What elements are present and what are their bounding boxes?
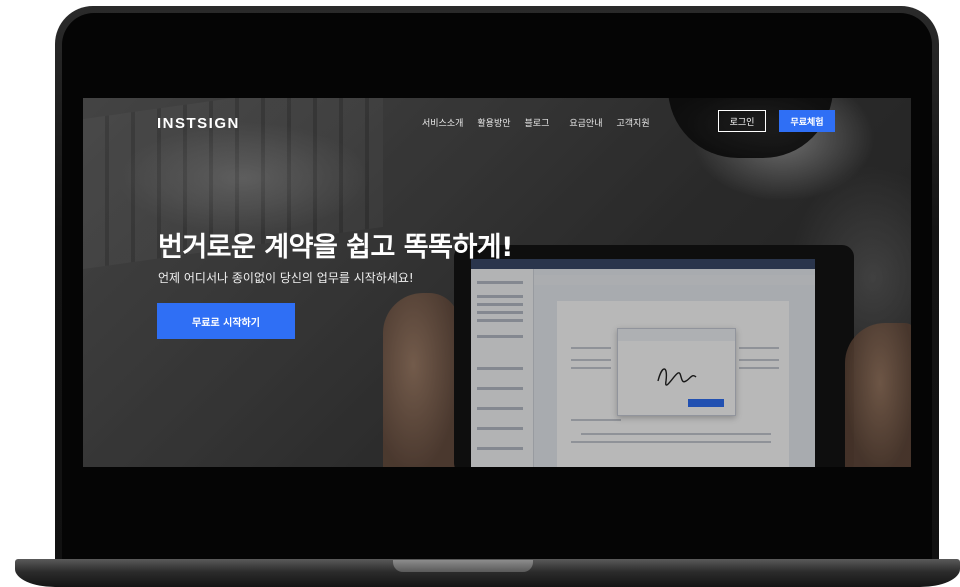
nav-item-support[interactable]: 고객지원 xyxy=(617,116,650,129)
hero-subheadline: 언제 어디서나 종이없이 당신의 업무를 시작하세요! xyxy=(158,271,414,285)
laptop-hinge-notch xyxy=(393,560,533,572)
free-trial-button[interactable]: 무료체험 xyxy=(779,110,835,132)
nav-item-service[interactable]: 서비스소개 xyxy=(422,116,463,129)
nav-item-usage[interactable]: 활용방안 xyxy=(477,116,510,129)
main-nav: 서비스소개 활용방안 블로그 요금안내 고객지원 xyxy=(422,116,664,129)
instsign-logo[interactable]: INSTSIGN xyxy=(157,115,240,132)
start-free-button[interactable]: 무료로 시작하기 xyxy=(157,303,295,339)
nav-item-pricing[interactable]: 요금안내 xyxy=(569,116,602,129)
login-button[interactable]: 로그인 xyxy=(718,110,766,132)
nav-item-blog[interactable]: 블로그 xyxy=(525,116,550,129)
website-screen: INSTSIGN 서비스소개 활용방안 블로그 요금안내 고객지원 로그인 무료… xyxy=(83,98,911,467)
hero-headline: 번거로운 계약을 쉽고 똑똑하게! xyxy=(158,232,513,263)
